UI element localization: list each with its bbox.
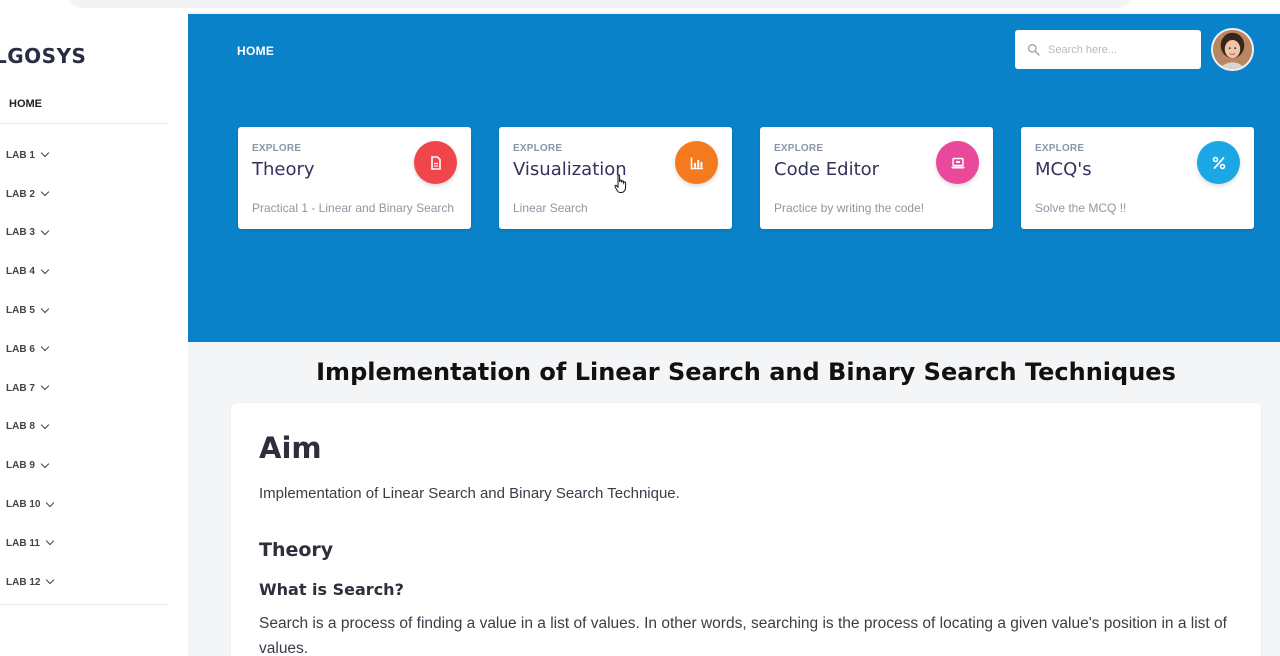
lab-label: LAB 10 [6,499,41,511]
brand-logo: LGOSYS [0,44,87,68]
hand-pointer-cursor-icon [614,174,627,193]
card-subtitle: Practical 1 - Linear and Binary Search [252,201,455,215]
sidebar-item-lab-7[interactable]: LAB 7 [6,369,53,408]
chevron-down-icon [40,343,50,352]
page-title: Implementation of Linear Search and Bina… [316,358,1176,386]
search-box[interactable] [1015,30,1201,69]
chevron-down-icon [40,149,50,158]
search-icon [1027,43,1040,56]
lab-label: LAB 6 [6,343,35,355]
chevron-down-icon [40,187,50,197]
lab-label: LAB 5 [6,305,35,317]
card-title: Code Editor [774,159,880,180]
lab-label: LAB 11 [6,537,40,549]
sidebar-item-lab-9[interactable]: LAB 9 [6,446,53,485]
chevron-down-icon [40,420,50,430]
breadcrumb[interactable]: HOME [237,44,274,58]
lab-label: LAB 3 [6,227,35,239]
sidebar-divider [0,123,168,124]
chevron-down-icon [46,575,55,585]
sidebar-item-lab-1[interactable]: LAB 1 [6,136,53,175]
lab-label: LAB 2 [6,188,35,200]
chevron-down-icon [40,226,50,236]
user-avatar-image [1213,30,1252,69]
card-subtitle: Practice by writing the code! [774,201,925,215]
sidebar-item-lab-11[interactable]: LAB 11 [6,524,55,563]
card-subtitle: Solve the MCQ !! [1035,201,1127,215]
chevron-down-icon [45,537,55,546]
bar-chart-icon [675,141,718,184]
card-kicker: EXPLORE [774,143,824,154]
sidebar-item-lab-10[interactable]: LAB 10 [6,485,55,524]
chevron-down-icon [40,265,50,275]
lab-label: LAB 1 [6,149,35,161]
sidebar-divider [0,604,168,605]
card-mcq[interactable]: EXPLORE MCQ's Solve the MCQ !! [1021,127,1254,229]
lab-label: LAB 8 [6,421,35,433]
lab-list: LAB 1 LAB 2 LAB 3 LAB 4 LAB 5 LAB 6 LAB … [6,136,55,602]
card-kicker: EXPLORE [513,143,563,154]
sidebar-item-lab-6[interactable]: LAB 6 [6,330,53,369]
card-kicker: EXPLORE [1035,143,1085,154]
card-code-editor[interactable]: EXPLORE Code Editor Practice by writing … [760,127,993,229]
sidebar: LGOSYS HOME LAB 1 LAB 2 LAB 3 LAB 4 LAB … [0,12,188,656]
lab-label: LAB 4 [6,266,35,278]
lab-label: LAB 12 [6,576,41,588]
aim-heading: Aim [259,431,322,465]
sidebar-item-lab-2[interactable]: LAB 2 [6,175,53,214]
card-title: Visualization [513,159,627,180]
header-panel: HOME EXPLORE Theory Practical 1 - Linear… [188,14,1280,342]
theory-heading: Theory [259,539,334,561]
card-kicker: EXPLORE [252,143,302,154]
search-input[interactable] [1048,43,1188,56]
chevron-down-icon [40,304,50,313]
chevron-down-icon [40,381,50,391]
aim-text: Implementation of Linear Search and Bina… [259,485,680,502]
address-bar[interactable] [70,0,1130,8]
avatar[interactable] [1211,28,1254,71]
card-title: Theory [252,159,315,180]
sidebar-item-lab-4[interactable]: LAB 4 [6,252,53,291]
chevron-down-icon [46,498,55,507]
sidebar-item-lab-5[interactable]: LAB 5 [6,291,53,330]
sidebar-item-home[interactable]: HOME [9,98,42,110]
percent-icon [1197,141,1240,184]
lab-label: LAB 9 [6,460,35,472]
card-title: MCQ's [1035,159,1092,180]
lab-label: LAB 7 [6,382,35,394]
content-card: Aim Implementation of Linear Search and … [231,403,1261,656]
theory-paragraph: Search is a process of finding a value i… [259,615,1227,656]
card-theory[interactable]: EXPLORE Theory Practical 1 - Linear and … [238,127,471,229]
chevron-down-icon [40,459,50,469]
document-icon [414,141,457,184]
sidebar-item-lab-8[interactable]: LAB 8 [6,408,53,447]
browser-chrome [0,0,1280,12]
subsection-heading: What is Search? [259,580,404,599]
laptop-icon [936,141,979,184]
sidebar-item-lab-12[interactable]: LAB 12 [6,563,55,602]
card-subtitle: Linear Search [513,201,588,215]
sidebar-item-lab-3[interactable]: LAB 3 [6,214,53,253]
